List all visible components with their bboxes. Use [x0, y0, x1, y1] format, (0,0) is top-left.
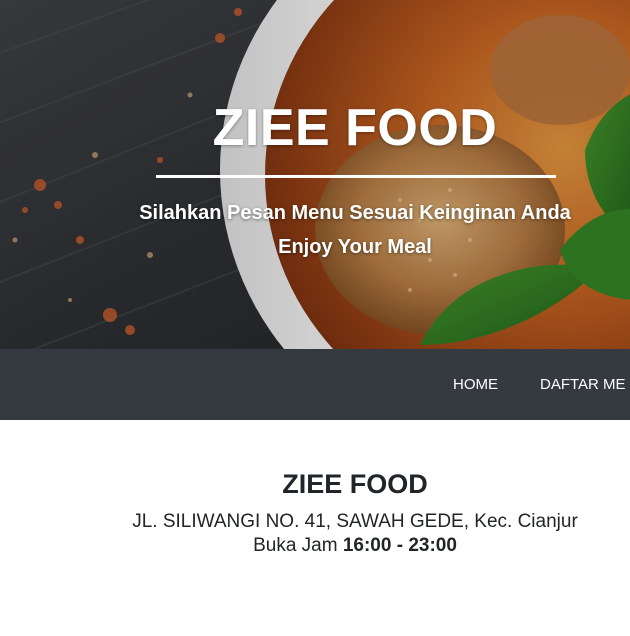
hero-banner: ZIEE FOOD Silahkan Pesan Menu Sesuai Kei… [0, 0, 630, 349]
nav-home-link[interactable]: HOME [453, 349, 498, 420]
restaurant-address: JL. SILIWANGI NO. 41, SAWAH GEDE, Kec. C… [132, 511, 578, 532]
hero-tagline: Silahkan Pesan Menu Sesuai Keinginan And… [139, 202, 571, 224]
opening-hours-label: Buka Jam [253, 535, 343, 556]
hero-title: ZIEE FOOD [212, 99, 498, 157]
nav-daftar-menu-link[interactable]: DAFTAR ME [540, 349, 626, 420]
navbar: HOME DAFTAR ME [0, 349, 630, 420]
hero-subtitle: Enjoy Your Meal [278, 236, 432, 258]
opening-hours: Buka Jam 16:00 - 23:00 [55, 535, 630, 557]
restaurant-info: ZIEE FOOD JL. SILIWANGI NO. 41, SAWAH GE… [0, 420, 630, 636]
restaurant-name: ZIEE FOOD [282, 469, 428, 499]
opening-hours-value: 16:00 - 23:00 [342, 535, 457, 556]
hero-divider [156, 175, 556, 178]
page: ZIEE FOOD Silahkan Pesan Menu Sesuai Kei… [0, 0, 630, 636]
